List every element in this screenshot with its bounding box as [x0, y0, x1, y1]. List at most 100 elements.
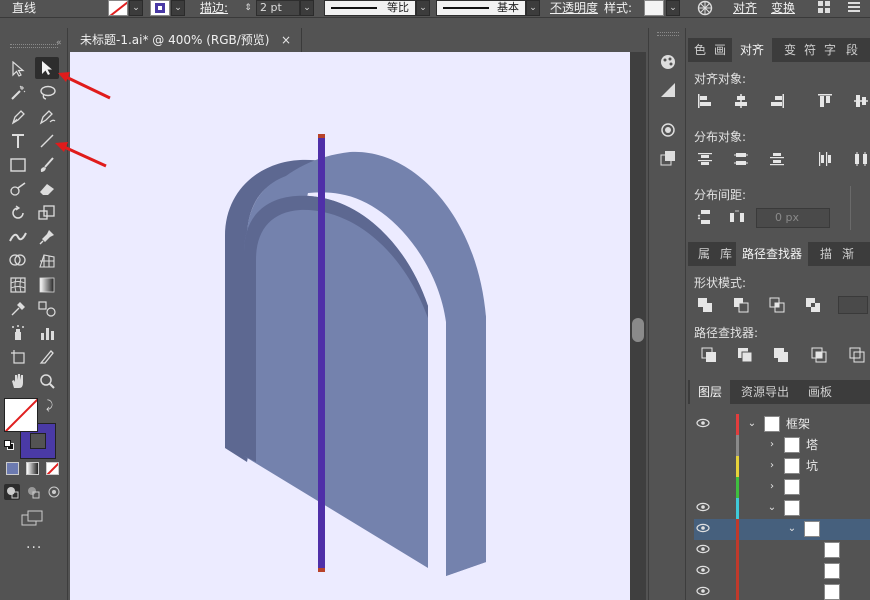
outline-icon[interactable]: [848, 346, 866, 364]
puppet-warp-tool-icon[interactable]: [35, 226, 59, 248]
stroke-weight-input[interactable]: 2 pt: [256, 0, 300, 16]
transparency-icon[interactable]: [658, 148, 678, 168]
artboard-tool-icon[interactable]: [6, 346, 30, 368]
zoom-tool-icon[interactable]: [35, 370, 59, 392]
eraser-tool-icon[interactable]: [35, 178, 59, 200]
default-fill-stroke-icon[interactable]: [4, 440, 14, 450]
merge-icon[interactable]: [772, 346, 790, 364]
visibility-eye-icon[interactable]: [696, 544, 710, 556]
curvature-tool-icon[interactable]: [35, 106, 59, 128]
tab-align[interactable]: 对齐: [732, 38, 772, 62]
expand-chevron-icon[interactable]: ⌄: [746, 417, 758, 431]
pen-tool-icon[interactable]: [6, 106, 30, 128]
variable-width-profile[interactable]: 等比: [324, 0, 416, 16]
crop-icon[interactable]: [810, 346, 828, 364]
symbol-sprayer-tool-icon[interactable]: [6, 322, 30, 344]
draw-inside-icon[interactable]: [46, 484, 62, 500]
eyedropper-tool-icon[interactable]: [6, 298, 30, 320]
tab-brush[interactable]: 画: [712, 38, 728, 62]
lasso-tool-icon[interactable]: [35, 82, 59, 104]
stroke-swatch[interactable]: [150, 0, 170, 16]
gradient-panel-icon[interactable]: [658, 80, 678, 100]
appearance-icon[interactable]: [658, 120, 678, 140]
align-top-icon[interactable]: [816, 92, 834, 110]
distribute-horizontal-center-icon[interactable]: [852, 150, 870, 168]
layer-row[interactable]: ⌄: [694, 519, 870, 540]
transform-link[interactable]: 变换: [771, 0, 795, 18]
visibility-eye-icon[interactable]: [696, 565, 710, 577]
opacity-label[interactable]: 不透明度: [550, 0, 598, 18]
paintbrush-tool-icon[interactable]: [35, 154, 59, 176]
align-vertical-center-icon[interactable]: [852, 92, 870, 110]
stroke-label[interactable]: 描边:: [200, 0, 228, 18]
layer-row[interactable]: [694, 561, 870, 582]
visibility-eye-icon[interactable]: [696, 502, 710, 514]
screen-mode-icon[interactable]: [20, 510, 46, 526]
hand-tool-icon[interactable]: [6, 370, 30, 392]
tab-asset-export[interactable]: 资源导出: [734, 380, 796, 404]
perspective-grid-tool-icon[interactable]: [35, 250, 59, 272]
visibility-eye-icon[interactable]: [696, 460, 710, 472]
edit-toolbar-icon[interactable]: ···: [26, 540, 42, 556]
shape-builder-tool-icon[interactable]: [6, 250, 30, 272]
recolor-artwork-icon[interactable]: [697, 0, 713, 16]
stroke-weight-dropdown[interactable]: ⌄: [300, 0, 314, 16]
document-tab[interactable]: 未标题-1.ai* @ 400% (RGB/预览) ×: [70, 28, 302, 52]
scroll-thumb[interactable]: [632, 318, 644, 342]
tab-color[interactable]: 色: [692, 38, 708, 62]
color-mode-icon[interactable]: [6, 462, 19, 475]
menu-icon[interactable]: [846, 0, 862, 16]
shaper-tool-icon[interactable]: [6, 178, 30, 200]
distribute-bottom-icon[interactable]: [768, 150, 786, 168]
divide-icon[interactable]: [700, 346, 718, 364]
fill-color-box[interactable]: [4, 398, 38, 432]
gradient-mode-icon[interactable]: [26, 462, 39, 475]
draw-normal-icon[interactable]: [4, 484, 20, 500]
layer-row[interactable]: [694, 582, 870, 600]
tab-paragraph[interactable]: 段: [844, 38, 860, 62]
stroke-weight-stepper[interactable]: ⇕: [240, 0, 256, 16]
tab-layers[interactable]: 图层: [690, 380, 730, 404]
panel-grip[interactable]: [10, 44, 58, 48]
profile-dropdown[interactable]: ⌄: [416, 0, 430, 16]
spacing-input[interactable]: 0 px: [756, 208, 830, 228]
brush-definition[interactable]: 基本: [436, 0, 526, 16]
visibility-eye-icon[interactable]: [696, 439, 710, 451]
expand-chevron-icon[interactable]: ⌄: [786, 522, 798, 536]
layer-row[interactable]: [694, 540, 870, 561]
selection-tool-icon[interactable]: [6, 58, 30, 80]
tab-character[interactable]: 字: [822, 38, 838, 62]
unite-icon[interactable]: [696, 296, 714, 314]
layer-row[interactable]: › 塔: [694, 435, 870, 456]
layer-row[interactable]: ⌄: [694, 498, 870, 519]
rectangle-tool-icon[interactable]: [6, 154, 30, 176]
artboard-canvas[interactable]: [70, 52, 630, 600]
close-tab-button[interactable]: ×: [281, 28, 291, 52]
tab-pathfinder[interactable]: 路径查找器: [736, 242, 808, 266]
layer-row[interactable]: › 坑: [694, 456, 870, 477]
tab-symbols[interactable]: 符: [802, 38, 818, 62]
align-right-icon[interactable]: [768, 92, 786, 110]
align-link[interactable]: 对齐: [733, 0, 757, 18]
line-segment-tool-icon[interactable]: [35, 130, 59, 152]
tab-transform[interactable]: 变: [782, 38, 798, 62]
tab-stroke[interactable]: 描: [816, 242, 836, 266]
visibility-eye-icon[interactable]: [696, 481, 710, 493]
horizontal-distribute-space-icon[interactable]: [728, 208, 746, 226]
align-horizontal-center-icon[interactable]: [732, 92, 750, 110]
blend-tool-icon[interactable]: [35, 298, 59, 320]
stroke-dropdown[interactable]: ⌄: [171, 0, 185, 16]
tab-libraries[interactable]: 库: [716, 242, 736, 266]
rotate-tool-icon[interactable]: [6, 202, 30, 224]
layer-row[interactable]: ⌄ 框架: [694, 414, 870, 435]
distribute-vertical-center-icon[interactable]: [732, 150, 750, 168]
arrange-icon[interactable]: [816, 0, 832, 16]
visibility-eye-icon[interactable]: [696, 586, 710, 598]
draw-behind-icon[interactable]: [25, 484, 41, 500]
tab-properties[interactable]: 属: [692, 242, 716, 266]
align-left-icon[interactable]: [696, 92, 714, 110]
magic-wand-tool-icon[interactable]: [6, 82, 30, 104]
style-dropdown[interactable]: ⌄: [666, 0, 680, 16]
visibility-eye-icon[interactable]: [696, 418, 710, 430]
column-graph-tool-icon[interactable]: [35, 322, 59, 344]
